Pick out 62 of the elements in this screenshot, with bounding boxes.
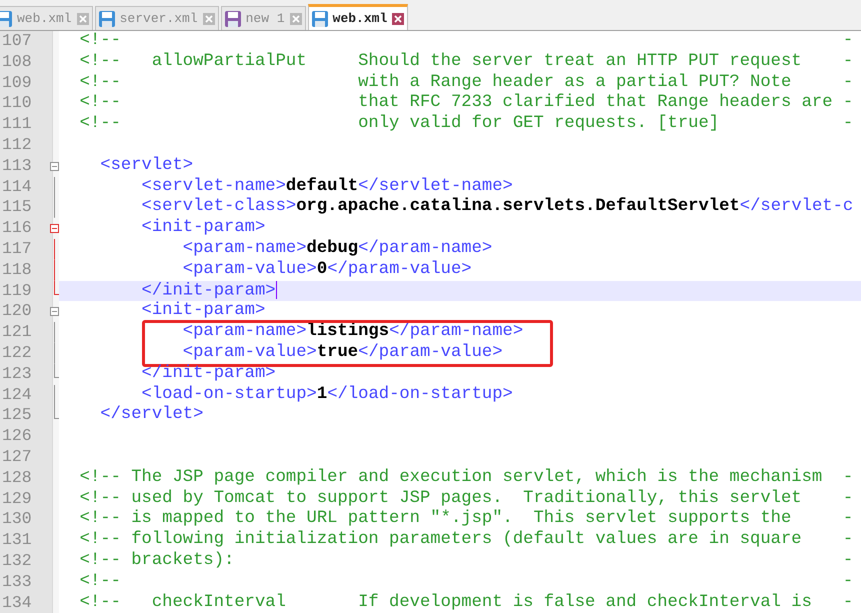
fold-toggle-icon[interactable]	[50, 307, 59, 316]
code-line: <!-- used by Tomcat to support JSP pages. Traditionally, this servlet -	[78, 488, 854, 508]
code-line: <servlet>	[99, 156, 194, 175]
line-number: 128	[1, 468, 33, 489]
code-line: <!-- with a Range header as a partial PUT? Note -	[78, 72, 854, 92]
line-number: 118	[1, 260, 33, 281]
code-line: <!-- only valid for GET requests. [true] -	[78, 114, 854, 134]
line-number: 110	[1, 93, 33, 114]
line-number: 131	[1, 530, 33, 551]
code-line: </servlet>	[99, 405, 204, 424]
line-number: 134	[1, 592, 33, 613]
line-number: 133	[1, 572, 33, 593]
line-number: 111	[1, 114, 33, 135]
line-number: 119	[1, 280, 33, 302]
line-number: 108	[1, 52, 33, 73]
code-line: <!-- checkInterval If development is false and checkInterval is -	[78, 592, 854, 612]
line-number: 114	[1, 176, 33, 198]
code-line: </init-param>	[140, 281, 276, 300]
file-tab[interactable]: web.xml	[0, 6, 93, 30]
fold-toggle-icon[interactable]	[50, 162, 59, 171]
code-line: <!-- that RFC 7233 clarified that Range headers are -	[78, 93, 854, 112]
code-line: <!-- The JSP page compiler and execution servlet, which is the mechanism -	[78, 468, 854, 487]
code-line: <servlet-name>default</servlet-name>	[140, 176, 513, 196]
code-line: <init-param>	[140, 218, 266, 238]
line-number: 122	[1, 342, 33, 364]
line-number: 123	[1, 364, 33, 385]
line-number: 117	[1, 238, 33, 260]
file-tab[interactable]: server.xml	[94, 6, 219, 30]
code-line: <param-name>listings</param-name>	[182, 322, 524, 342]
code-line: <!-- -	[78, 31, 854, 50]
line-number: 121	[1, 322, 33, 343]
code-line: <servlet-class>org.apache.catalina.servlets.DefaultServlet</servlet-c	[140, 197, 854, 216]
code-line: <!-- allowPartialPut Should the server treat an HTTP PUT request -	[78, 52, 854, 71]
line-number: 129	[1, 488, 33, 510]
text-cursor	[276, 280, 277, 299]
line-number: 112	[1, 134, 33, 156]
line-number: 127	[1, 446, 33, 468]
code-line: <param-value>true</param-value>	[182, 342, 503, 362]
line-number: 120	[1, 301, 33, 322]
line-number: 116	[1, 218, 33, 239]
line-number: 124	[1, 384, 33, 406]
code-line: <!-- is mapped to the URL pattern "*.jsp". This servlet supports the -	[78, 509, 854, 528]
code-line: <load-on-startup>1</load-on-startup>	[140, 384, 513, 404]
line-number: 130	[1, 509, 33, 530]
fold-toggle-icon[interactable]	[50, 224, 59, 234]
line-number: 126	[1, 426, 33, 447]
line-number: 113	[1, 156, 33, 177]
line-number: 115	[1, 197, 33, 218]
code-line: <!-- brackets): -	[78, 550, 854, 570]
code-line: </init-param>	[140, 364, 276, 383]
code-line: <param-name>debug</param-name>	[182, 238, 492, 258]
code-line: <param-value>0</param-value>	[182, 260, 472, 279]
line-number: 109	[1, 72, 33, 94]
line-number: 132	[1, 550, 33, 572]
code-line: <!-- following initialization parameters (default values are in square -	[78, 530, 854, 550]
file-tab[interactable]: new 1	[220, 6, 306, 30]
line-number: 125	[1, 405, 33, 426]
close-icon[interactable]	[392, 12, 404, 24]
code-line: <!-- -	[78, 572, 854, 591]
line-number: 107	[1, 31, 33, 52]
file-tab[interactable]: web.xml	[308, 4, 408, 30]
code-line: <init-param>	[140, 301, 266, 320]
